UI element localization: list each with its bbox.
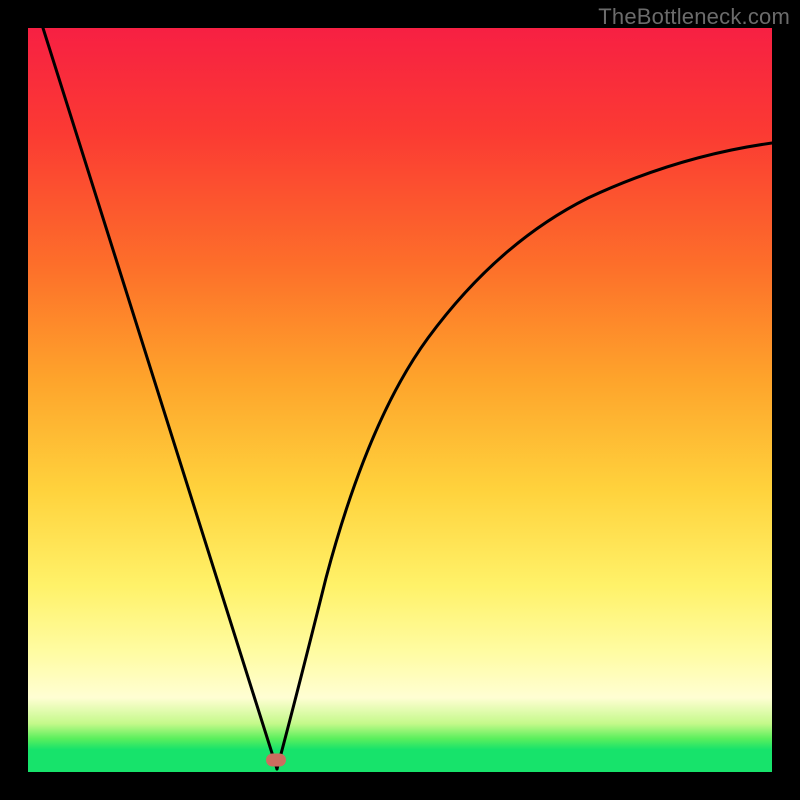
curve-right-branch — [277, 143, 772, 769]
chart-frame: TheBottleneck.com — [0, 0, 800, 800]
bottleneck-curve — [28, 28, 772, 772]
plot-area — [28, 28, 772, 772]
curve-left-branch — [43, 28, 277, 769]
marker-dot — [266, 754, 286, 767]
watermark-text: TheBottleneck.com — [598, 4, 790, 30]
